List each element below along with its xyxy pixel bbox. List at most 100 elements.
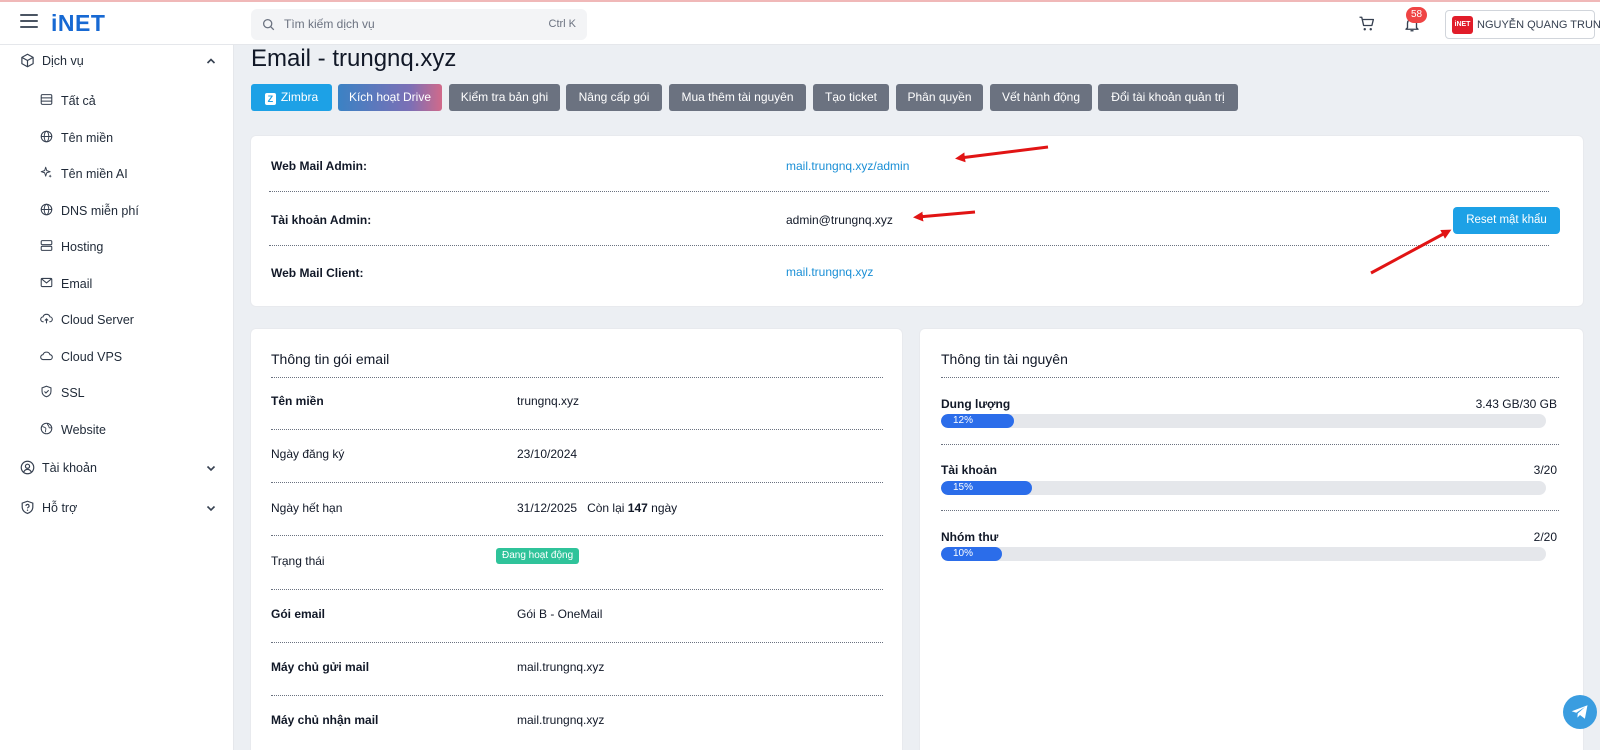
notification-badge: 58: [1406, 7, 1428, 23]
resources-card: Thông tin tài nguyên Dung lượng 3.43 GB/…: [919, 328, 1584, 750]
zimbra-button[interactable]: Z Zimbra: [251, 84, 332, 111]
search-input[interactable]: [284, 13, 514, 35]
domain-value: trungnq.xyz: [517, 394, 580, 408]
row-divider: [271, 642, 883, 643]
sidebar-group-label: Hỗ trợ: [42, 501, 78, 515]
permissions-button[interactable]: Phân quyền: [896, 84, 983, 111]
menu-toggle-icon[interactable]: [20, 14, 38, 30]
row-divider: [941, 377, 1559, 378]
reset-password-button[interactable]: Reset mật khẩu: [1453, 207, 1560, 234]
mail-groups-value: 2/20: [1533, 530, 1557, 544]
remaining-prefix: Còn lại: [587, 501, 625, 515]
top-header: iNET Ctrl K 58 iNET NGUYỄN QUANG TRUNG: [0, 2, 1600, 45]
sidebar-item-label: DNS miễn phí: [61, 204, 139, 218]
register-date-value: 23/10/2024: [517, 447, 578, 461]
smtp-server-value: mail.trungnq.xyz: [517, 660, 605, 674]
webmail-admin-label: Web Mail Admin:: [271, 159, 367, 173]
sidebar-item-label: Tất cả: [61, 94, 96, 108]
shield-check-icon: [41, 385, 52, 398]
zimbra-label: Zimbra: [280, 90, 319, 104]
inet-logo[interactable]: iNET: [51, 10, 105, 37]
accounts-progress-fill: 15%: [941, 481, 1032, 495]
user-avatar: iNET: [1452, 16, 1473, 34]
sidebar-item-ai-domains[interactable]: Tên miền AI: [40, 163, 220, 183]
sidebar-item-label: Tên miền: [61, 131, 114, 145]
sidebar-item-hosting[interactable]: Hosting: [40, 236, 220, 256]
mail-icon: [40, 277, 53, 288]
sidebar-item-domains[interactable]: Tên miền: [40, 127, 220, 147]
check-records-button[interactable]: Kiểm tra bản ghi: [449, 84, 560, 111]
globe-icon: [40, 130, 53, 143]
webmail-client-link[interactable]: mail.trungnq.xyz: [786, 265, 873, 279]
page-title: Email - trungnq.xyz: [251, 45, 457, 72]
change-admin-button[interactable]: Đổi tài khoản quản trị: [1098, 84, 1238, 111]
row-divider: [271, 589, 883, 590]
buy-resources-button[interactable]: Mua thêm tài nguyên: [669, 84, 806, 111]
storage-label: Dung lượng: [941, 397, 1011, 411]
row-divider: [271, 429, 883, 430]
sidebar-item-label: SSL: [61, 386, 85, 400]
admin-info-card: Web Mail Admin: mail.trungnq.xyz/admin T…: [250, 135, 1584, 307]
smtp-server-label: Máy chủ gửi mail: [271, 660, 370, 674]
row-divider: [271, 377, 883, 378]
sidebar-item-cloud-vps[interactable]: Cloud VPS: [40, 346, 220, 366]
sidebar-group-account[interactable]: Tài khoản: [20, 458, 220, 478]
cloud-upload-icon: [40, 313, 53, 324]
webmail-admin-link[interactable]: mail.trungnq.xyz/admin: [786, 159, 909, 173]
sidebar-item-label: Cloud Server: [61, 313, 134, 327]
chevron-up-icon: [206, 58, 216, 64]
sidebar-group-label: Tài khoản: [42, 461, 97, 475]
accounts-progress-track: 15%: [941, 481, 1546, 495]
package-info-card: Thông tin gói email Tên miền trungnq.xyz…: [250, 328, 903, 750]
mail-groups-progress-fill: 10%: [941, 547, 1002, 561]
cube-icon: [21, 53, 34, 68]
sidebar-item-label: Email: [61, 277, 93, 291]
sidebar-item-free-dns[interactable]: DNS miễn phí: [40, 200, 220, 220]
cloud-icon: [40, 351, 53, 361]
search-box[interactable]: Ctrl K: [251, 9, 587, 40]
status-label: Trạng thái: [271, 554, 325, 568]
storage-value: 3.43 GB/30 GB: [1475, 397, 1557, 411]
row-divider: [941, 510, 1559, 511]
chevron-down-icon: [206, 465, 216, 472]
globe-network-icon: [40, 422, 53, 435]
server-icon: [40, 240, 53, 251]
mail-groups-label: Nhóm thư: [941, 530, 999, 544]
telegram-chat-button[interactable]: [1563, 695, 1597, 729]
storage-progress-track: 12%: [941, 414, 1546, 428]
sidebar-item-ssl[interactable]: SSL: [40, 382, 220, 402]
sidebar-group-support[interactable]: Hỗ trợ: [20, 498, 220, 518]
sidebar-item-label: Tên miền AI: [61, 167, 128, 181]
sidebar-item-label: Hosting: [61, 240, 104, 254]
user-menu[interactable]: iNET NGUYỄN QUANG TRUNG: [1445, 10, 1600, 39]
row-divider: [269, 191, 1549, 192]
sidebar-item-cloud-server[interactable]: Cloud Server: [40, 309, 220, 329]
telegram-icon: [1571, 705, 1588, 719]
cart-icon[interactable]: [1358, 15, 1376, 36]
resources-card-title: Thông tin tài nguyên: [941, 351, 1068, 367]
webmail-client-label: Web Mail Client:: [271, 266, 364, 280]
upgrade-plan-button[interactable]: Nâng cấp gói: [566, 84, 662, 111]
admin-account-value: admin@trungnq.xyz: [786, 213, 893, 227]
accounts-value: 3/20: [1533, 463, 1557, 477]
row-divider: [941, 444, 1559, 445]
expiry-date-value: 31/12/2025 Còn lại 147 ngày: [517, 501, 677, 515]
action-log-button[interactable]: Vết hành động: [990, 84, 1092, 111]
incoming-server-label: Máy chủ nhận mail: [271, 713, 379, 727]
sidebar-item-all[interactable]: Tất cả: [40, 90, 220, 110]
sidebar-group-services[interactable]: Dịch vụ: [20, 51, 220, 71]
globe-icon: [40, 203, 53, 216]
remaining-days: 147: [627, 501, 648, 515]
create-ticket-button[interactable]: Tạo ticket: [813, 84, 889, 111]
domain-label: Tên miền: [271, 394, 324, 408]
storage-progress-fill: 12%: [941, 414, 1014, 428]
sidebar: Dịch vụ Tất cả Tên miền Tên miền AI DNS …: [0, 45, 234, 750]
activate-drive-button[interactable]: Kích hoạt Drive: [338, 84, 442, 111]
sidebar-item-email[interactable]: Email: [40, 273, 220, 293]
search-icon: [262, 18, 275, 31]
search-shortcut: Ctrl K: [548, 18, 577, 30]
list-icon: [40, 94, 53, 105]
register-date-label: Ngày đăng ký: [271, 447, 345, 461]
sidebar-item-website[interactable]: Website: [40, 419, 220, 439]
user-circle-icon: [20, 460, 35, 475]
